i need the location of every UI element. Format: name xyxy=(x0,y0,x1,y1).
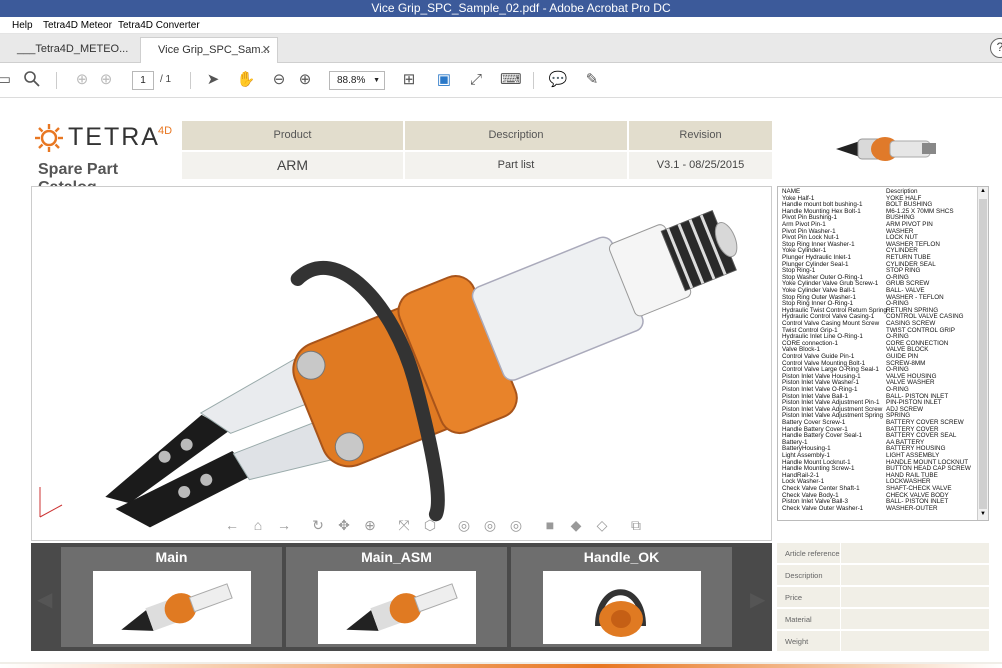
comment-icon[interactable]: 💬 xyxy=(548,70,568,90)
property-divider xyxy=(840,543,841,651)
solid-render-icon[interactable]: ■ xyxy=(540,515,560,535)
tetra4d-logo: TETRA 4D Spare Part Catalog xyxy=(34,121,179,196)
thumbnail-main[interactable]: Main xyxy=(61,547,282,647)
view-side-icon[interactable]: ◎ xyxy=(506,515,526,535)
header-product: Product xyxy=(182,121,403,150)
revision-value: V3.1 - 08/25/2015 xyxy=(629,152,772,179)
tab-label: Vice Grip_SPC_Sam... xyxy=(158,44,270,56)
document-page: TETRA 4D Spare Part Catalog Product Desc… xyxy=(0,99,1002,668)
tab-label: ___Tetra4D_METEO... xyxy=(17,43,129,55)
previous-page-icon[interactable]: ⊕ xyxy=(72,70,92,90)
page-number-input[interactable]: 1 xyxy=(132,71,154,90)
thumbnails-prev-icon[interactable]: ◀ xyxy=(37,587,52,612)
zoom-view-icon[interactable]: ⊕ xyxy=(360,515,380,535)
next-page-icon[interactable]: ⊕ xyxy=(96,70,116,90)
pan-icon[interactable]: ✥ xyxy=(334,515,354,535)
window-title-bar: Vice Grip_SPC_Sample_02.pdf - Adobe Acro… xyxy=(0,0,1002,17)
fit-page-icon[interactable]: ⊞ xyxy=(399,70,419,90)
select-cursor-icon[interactable]: ➤ xyxy=(203,70,223,90)
home-view-icon[interactable]: ⌂ xyxy=(248,515,268,535)
thumbnail-label: Main xyxy=(155,549,188,565)
close-tab-icon[interactable]: ✕ xyxy=(262,38,271,62)
property-weight: Weight xyxy=(777,631,989,652)
thumbnail-image xyxy=(543,571,701,644)
help-icon[interactable]: ? xyxy=(990,38,1002,58)
page-total: / 1 xyxy=(160,74,172,85)
zoom-in-icon[interactable]: ⊕ xyxy=(295,70,315,90)
header-revision: Revision xyxy=(629,121,772,150)
wireframe-render-icon[interactable]: ◇ xyxy=(592,515,612,535)
toolbar-separator xyxy=(533,72,534,89)
arrow-left-icon[interactable]: ← xyxy=(222,515,242,535)
accent-line xyxy=(0,664,1002,668)
scroll-down-icon[interactable]: ▼ xyxy=(979,511,987,519)
property-description: Description xyxy=(777,565,989,586)
thumbnail-image xyxy=(318,571,476,644)
chevron-down-icon: ▼ xyxy=(373,77,380,84)
fullscreen-viewer-icon[interactable]: ⧉ xyxy=(626,515,646,535)
tab-vice-grip[interactable]: Vice Grip_SPC_Sam... ✕ xyxy=(140,37,278,63)
logo-text: TETRA xyxy=(68,123,160,151)
tab-bar: ___Tetra4D_METEO... Vice Grip_SPC_Sam...… xyxy=(0,34,1002,63)
scroll-up-icon[interactable]: ▲ xyxy=(979,188,987,196)
parts-list[interactable]: NAME Description Yoke Half-1 YOKE HALF Handl… xyxy=(777,186,989,521)
fit-all-icon[interactable]: ⤧ xyxy=(394,515,414,535)
full-screen-icon[interactable]: ⤢ xyxy=(466,70,486,90)
menu-help[interactable]: Help xyxy=(12,17,33,34)
thumbnail-label: Handle_OK xyxy=(583,549,660,565)
sign-pen-icon[interactable]: ✎ xyxy=(582,70,602,90)
tab-tetra4d-meteor[interactable]: ___Tetra4D_METEO... xyxy=(0,37,138,63)
property-price: Price xyxy=(777,587,989,608)
thumbnail-main-asm[interactable]: Main_ASM xyxy=(286,547,507,647)
thumbnails-next-icon[interactable]: ▶ xyxy=(750,587,765,612)
menu-bar: Help Tetra4D Meteor Tetra4D Converter xyxy=(0,17,1002,34)
shaded-render-icon[interactable]: ◆ xyxy=(566,515,586,535)
product-header-table: Product Description Revision ARM Part li… xyxy=(182,121,772,179)
part-name: Check Valve Outer Washer-1 xyxy=(782,504,864,512)
3d-model-viewer[interactable]: ← ⌂ → ↻ ✥ ⊕ ⤧ ⬡ ◎ ◎ ◎ ■ ◆ ◇ ⧉ xyxy=(31,186,772,541)
view-front-icon[interactable]: ◎ xyxy=(454,515,474,535)
rotate-icon[interactable]: ↻ xyxy=(308,515,328,535)
property-material: Material xyxy=(777,609,989,630)
hand-tool-icon[interactable]: ✋ xyxy=(236,70,256,90)
property-article-reference: Article reference xyxy=(777,543,989,564)
menu-tetra4d-meteor[interactable]: Tetra4D Meteor xyxy=(43,17,112,34)
hydraulic-tool-3d-model[interactable] xyxy=(32,187,773,542)
toolbar-separator xyxy=(56,72,57,89)
view-thumbnails: Main Main_ASM Handle_OK xyxy=(31,543,772,651)
part-properties: Article reference Description Price Mate… xyxy=(777,543,989,652)
zoom-out-icon[interactable]: ⊖ xyxy=(269,70,289,90)
header-description: Description xyxy=(405,121,627,150)
fit-width-icon[interactable]: ▣ xyxy=(434,70,454,90)
zoom-value: 88.8% xyxy=(337,75,366,86)
thumbnail-image xyxy=(93,571,251,644)
thumbnail-label: Main_ASM xyxy=(361,549,432,565)
product-value: ARM xyxy=(182,152,403,179)
window-title: Vice Grip_SPC_Sample_02.pdf - Adobe Acro… xyxy=(371,1,671,15)
toolbar-separator xyxy=(190,72,191,89)
keyboard-icon[interactable]: ⌨ xyxy=(500,70,522,90)
product-preview-image xyxy=(836,137,936,161)
search-icon[interactable] xyxy=(22,70,42,90)
part-description: WASHER-OUTER xyxy=(886,504,938,512)
zoom-level-select[interactable]: 88.8% ▼ xyxy=(329,71,385,90)
view-top-icon[interactable]: ◎ xyxy=(480,515,500,535)
explode-icon[interactable]: ⬡ xyxy=(420,515,440,535)
scroll-thumb[interactable] xyxy=(979,199,987,509)
toolbar: ▭ ⊕ ⊕ 1 / 1 ➤ ✋ ⊖ ⊕ 88.8% ▼ ⊞ ▣ ⤢ ⌨ 💬 ✎ xyxy=(0,63,1002,98)
sidebar-toggle-icon[interactable]: ▭ xyxy=(0,70,14,90)
parts-list-scrollbar[interactable]: ▲ ▼ xyxy=(977,187,988,520)
viewer-toolbar: ← ⌂ → ↻ ✥ ⊕ ⤧ ⬡ ◎ ◎ ◎ ■ ◆ ◇ ⧉ xyxy=(222,515,662,537)
menu-tetra4d-converter[interactable]: Tetra4D Converter xyxy=(118,17,200,34)
arrow-right-icon[interactable]: → xyxy=(274,515,294,535)
thumbnail-handle-ok[interactable]: Handle_OK xyxy=(511,547,732,647)
description-value: Part list xyxy=(405,152,627,179)
logo-4d: 4D xyxy=(158,125,173,137)
tetra-sun-icon xyxy=(35,124,63,152)
